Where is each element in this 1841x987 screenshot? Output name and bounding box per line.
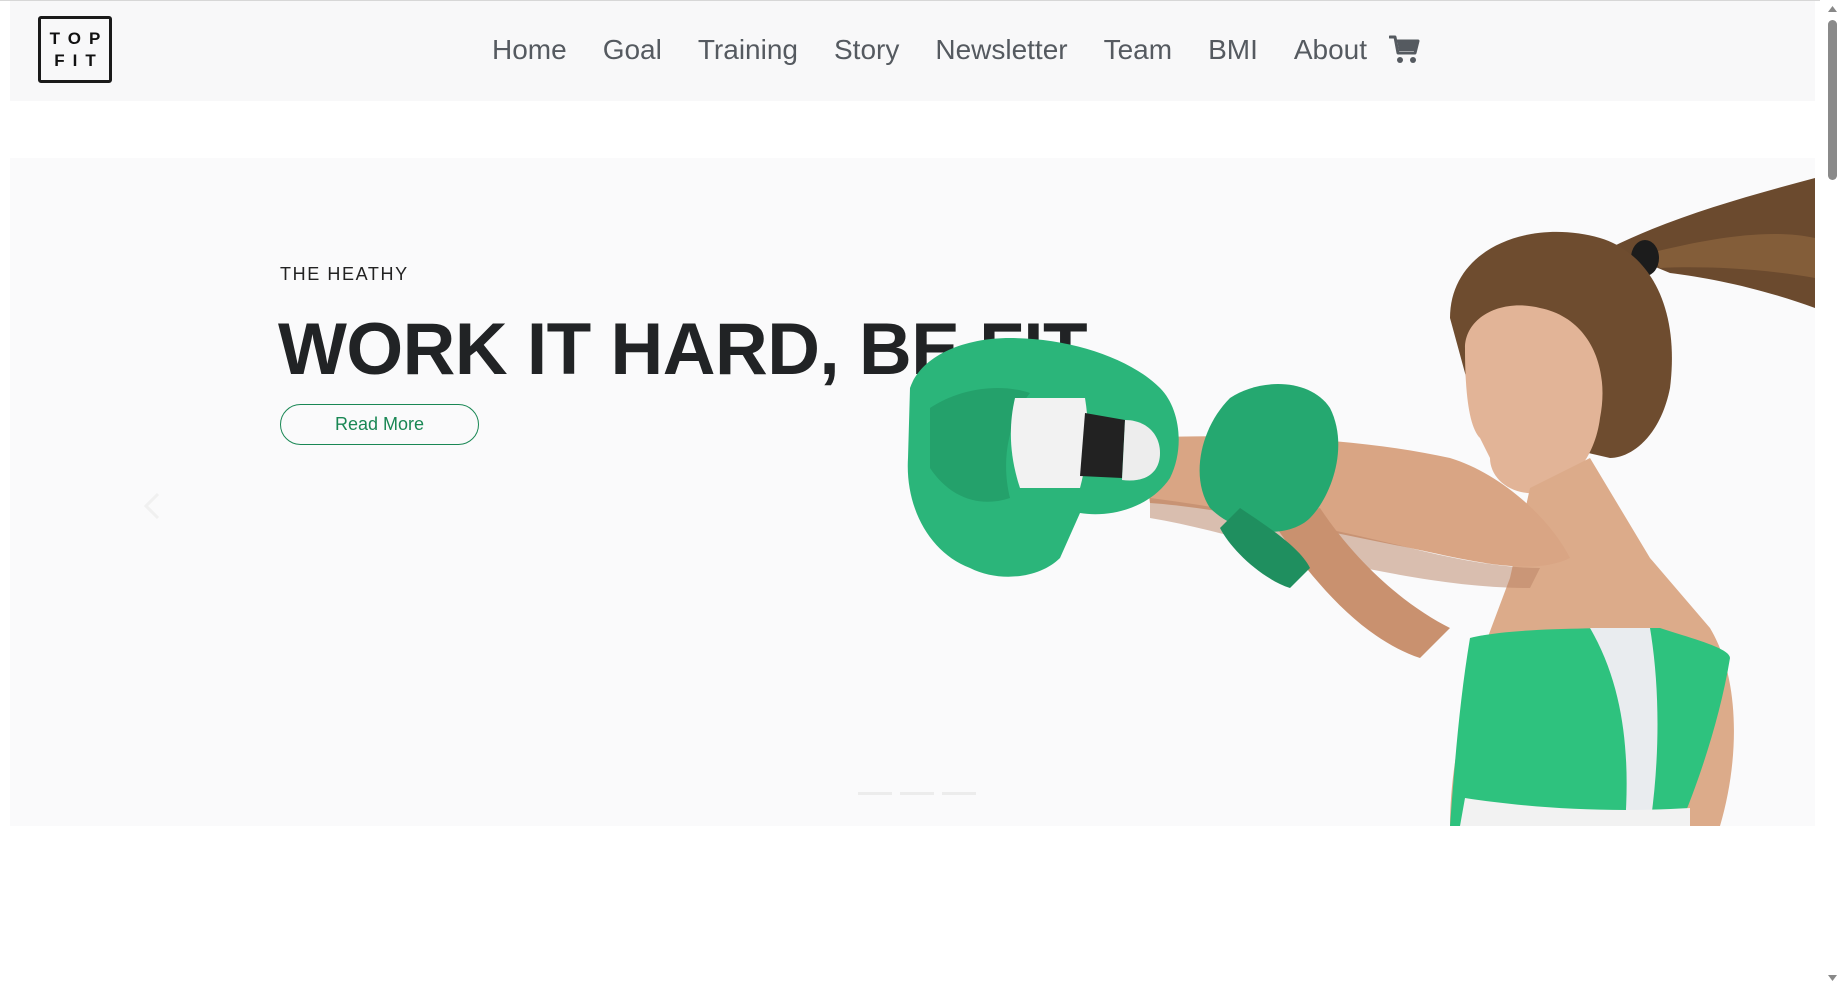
nav-item-training[interactable]: Training	[698, 34, 798, 66]
hero-eyebrow: THE HEATHY	[280, 264, 409, 284]
logo[interactable]: TOP FIT	[38, 16, 112, 83]
hero-carousel: THE HEATHY WORK IT HARD, BE FIT Read Mor…	[10, 158, 1815, 826]
nav-item-bmi[interactable]: BMI	[1208, 34, 1258, 66]
nav-item-about[interactable]: About	[1294, 34, 1367, 66]
site-header: TOP FIT Home Goal Training Story Newslet…	[10, 1, 1815, 101]
shopping-cart-icon[interactable]	[1389, 35, 1421, 65]
scrollbar-thumb[interactable]	[1828, 20, 1837, 180]
nav-item-home[interactable]: Home	[492, 34, 567, 66]
logo-line-1: TOP	[49, 28, 109, 48]
carousel-indicator[interactable]	[858, 792, 892, 795]
main-nav: Home Goal Training Story Newsletter Team…	[492, 28, 1367, 72]
nav-item-story[interactable]: Story	[834, 34, 899, 66]
scroll-up-arrow-icon[interactable]	[1827, 4, 1838, 14]
logo-line-2: FIT	[54, 50, 104, 70]
nav-item-team[interactable]: Team	[1104, 34, 1172, 66]
nav-item-newsletter[interactable]: Newsletter	[935, 34, 1067, 66]
boxer-hero-image	[907, 178, 1815, 826]
vertical-scrollbar[interactable]	[1824, 0, 1841, 987]
read-more-button[interactable]: Read More	[280, 404, 479, 445]
scroll-down-arrow-icon[interactable]	[1827, 973, 1838, 983]
page: TOP FIT Home Goal Training Story Newslet…	[0, 0, 1841, 987]
chevron-left-icon[interactable]	[138, 476, 166, 536]
nav-item-goal[interactable]: Goal	[603, 34, 662, 66]
